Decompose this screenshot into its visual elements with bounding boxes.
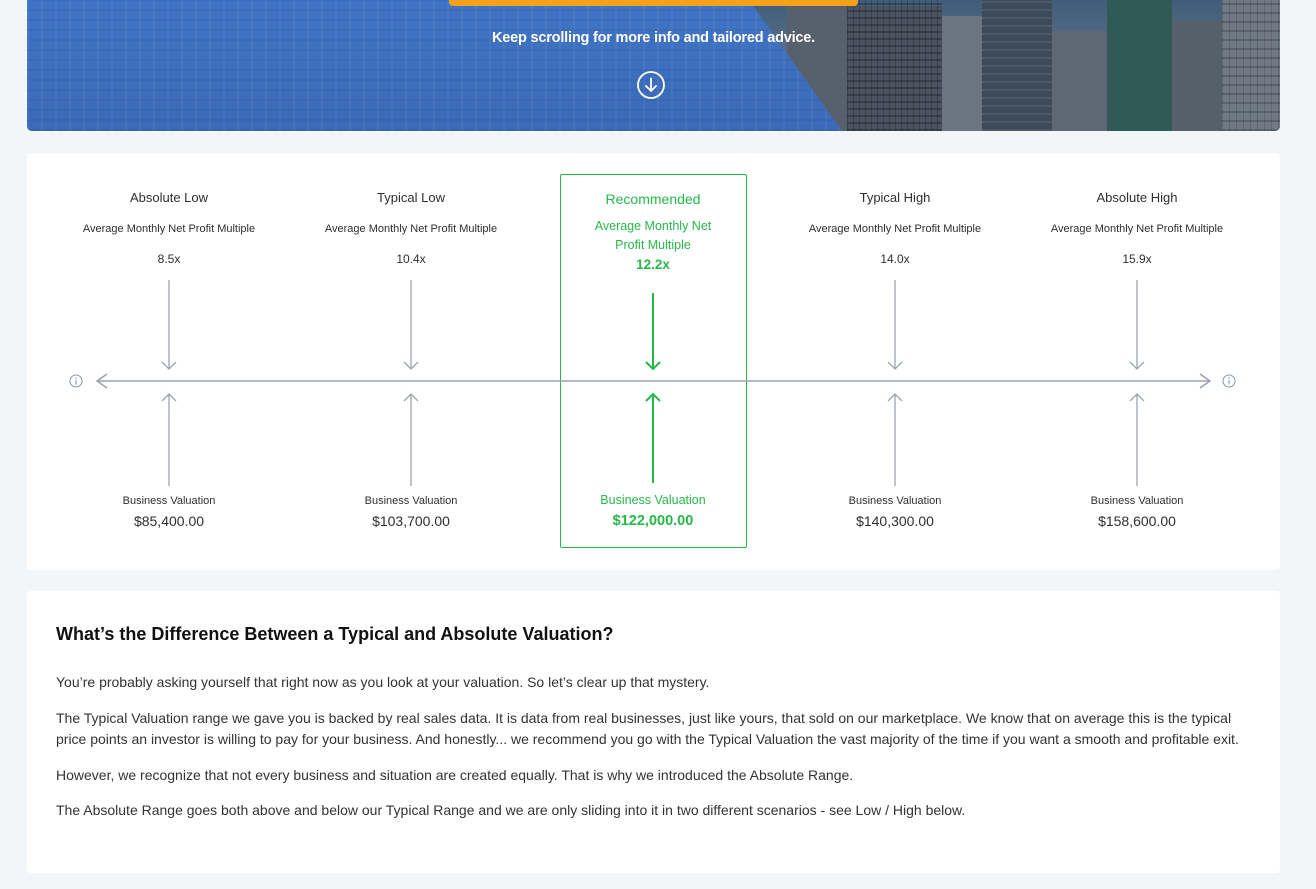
- column-label: Typical High: [859, 190, 931, 205]
- metric-label: Average Monthly Net Profit Multiple: [594, 219, 712, 252]
- multiple-value: 15.9x: [1122, 252, 1152, 266]
- valuation-range-card: Absolute Low Average Monthly Net Profit …: [27, 153, 1280, 570]
- explainer-paragraph: You’re probably asking yourself that rig…: [56, 674, 710, 690]
- metric-label: Average Monthly Net Profit Multiple: [82, 223, 256, 235]
- multiple-value: 8.5x: [157, 252, 181, 266]
- valuation-axis: [95, 280, 1212, 486]
- metric-label: Average Monthly Net Profit Multiple: [1050, 223, 1224, 235]
- info-icon[interactable]: [69, 374, 83, 388]
- business-valuation-label: Business Valuation: [122, 495, 216, 507]
- column-label: Recommended: [605, 191, 701, 207]
- explainer-body: You’re probably asking yourself that rig…: [56, 672, 1251, 836]
- business-valuation-value: $103,700.00: [372, 513, 450, 529]
- business-valuation-label: Business Valuation: [600, 493, 706, 507]
- multiple-value: 12.2x: [636, 257, 670, 272]
- business-valuation-value: $85,400.00: [133, 513, 205, 529]
- column-label: Absolute High: [1096, 190, 1178, 205]
- valuation-explainer-card: What’s the Difference Between a Typical …: [27, 591, 1280, 873]
- business-valuation-label: Business Valuation: [364, 495, 458, 507]
- scroll-hint-text: Keep scrolling for more info and tailore…: [492, 30, 815, 46]
- column-label: Typical Low: [377, 190, 445, 205]
- explainer-paragraph: However, we recognize that not every bus…: [56, 766, 854, 783]
- column-label: Absolute Low: [129, 190, 209, 205]
- explainer-paragraph: The Typical Valuation range we gave you …: [56, 709, 1239, 748]
- hero-banner: Keep scrolling for more info and tailore…: [27, 0, 1280, 131]
- cta-button-edge[interactable]: [449, 0, 858, 6]
- explainer-paragraph: The Absolute Range goes both above and b…: [56, 802, 966, 818]
- multiple-value: 14.0x: [880, 252, 910, 266]
- metric-label: Average Monthly Net Profit Multiple: [324, 223, 498, 235]
- multiple-value: 10.4x: [396, 252, 426, 266]
- metric-label: Average Monthly Net Profit Multiple: [808, 223, 982, 235]
- business-valuation-value: $140,300.00: [856, 513, 934, 529]
- explainer-title: What’s the Difference Between a Typical …: [56, 624, 614, 644]
- business-valuation-label: Business Valuation: [848, 495, 942, 507]
- business-valuation-value: $158,600.00: [1098, 513, 1176, 529]
- arrow-down-circle-icon[interactable]: [637, 71, 665, 99]
- business-valuation-label: Business Valuation: [1090, 495, 1184, 507]
- business-valuation-value: $122,000.00: [612, 513, 694, 529]
- info-icon[interactable]: [1222, 374, 1236, 388]
